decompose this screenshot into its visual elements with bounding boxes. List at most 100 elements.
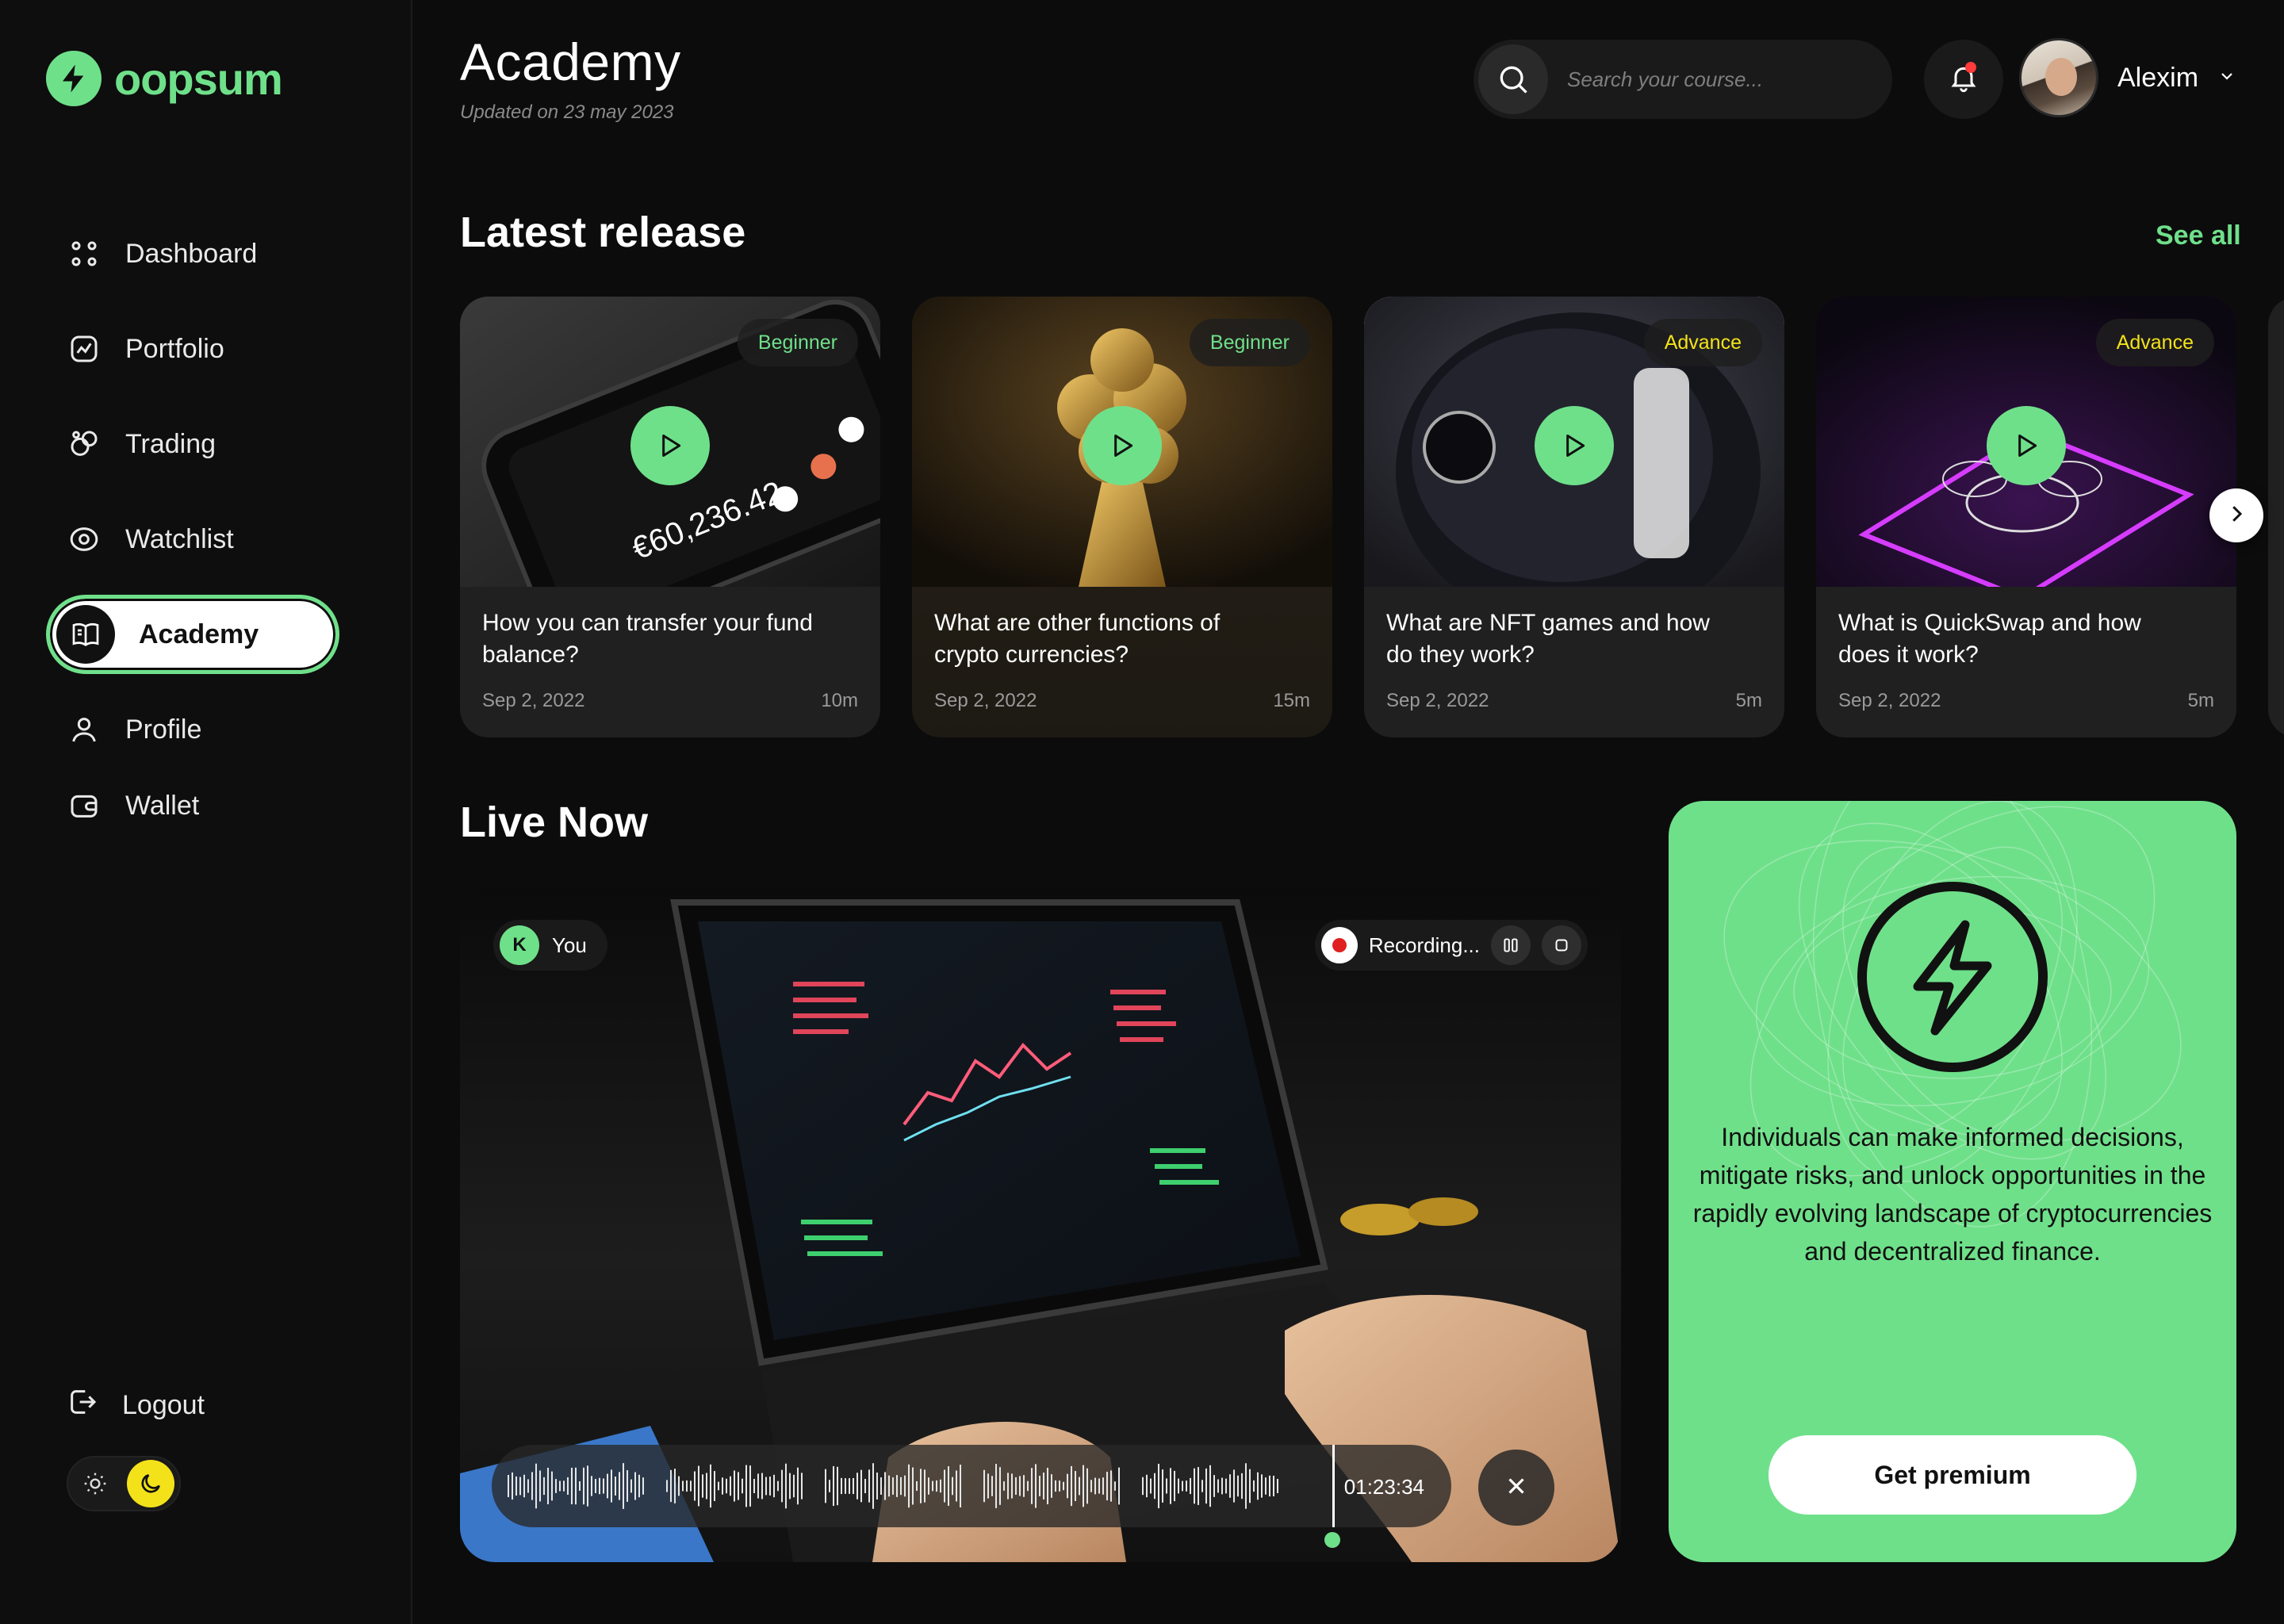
play-button[interactable]	[1987, 406, 2066, 485]
waveform-bar	[694, 1471, 696, 1501]
live-now-title: Live Now	[460, 799, 649, 846]
chevron-down-icon[interactable]	[2217, 67, 2236, 90]
waveform-bar	[1055, 1480, 1056, 1492]
audio-waveform[interactable]: 01:23:34	[492, 1445, 1451, 1527]
waveform-bar	[860, 1469, 862, 1503]
waveform-bar	[730, 1476, 731, 1496]
sidebar-item-trading[interactable]: Trading	[46, 404, 339, 484]
get-premium-button[interactable]: Get premium	[1769, 1435, 2136, 1515]
waveform-bar	[1241, 1473, 1243, 1500]
waveform-bar	[591, 1476, 592, 1496]
logo-text: oopsum	[114, 53, 283, 104]
playhead-dot[interactable]	[1324, 1532, 1340, 1548]
waveform-bar	[896, 1475, 898, 1497]
waveform-bar	[587, 1465, 588, 1507]
course-date: Sep 2, 2022	[482, 690, 585, 711]
close-button[interactable]	[1478, 1450, 1554, 1526]
carousel-next-button[interactable]	[2209, 488, 2263, 542]
logout-button[interactable]: Logout	[67, 1386, 205, 1425]
sidebar-item-portfolio[interactable]: Portfolio	[46, 309, 339, 389]
stop-icon[interactable]	[1542, 925, 1581, 965]
waveform-bar	[555, 1479, 557, 1493]
waveform-bar	[1075, 1471, 1076, 1501]
sidebar-item-label: Portfolio	[125, 333, 224, 364]
waveform-bar	[623, 1463, 624, 1509]
logo[interactable]: oopsum	[46, 51, 283, 106]
waveform-bar	[508, 1475, 509, 1497]
waveform-bar	[829, 1480, 830, 1492]
waveform-bar	[833, 1465, 834, 1507]
notification-button[interactable]	[1924, 40, 2003, 119]
waveform-bar	[539, 1470, 541, 1502]
waveform-bar	[1086, 1468, 1088, 1504]
playhead[interactable]	[1332, 1445, 1335, 1527]
live-stream[interactable]: K You Recording... 01:23:34	[460, 887, 1621, 1562]
sidebar-nav: Dashboard Portfolio Trading Watchlist Ac…	[46, 214, 339, 861]
waveform-bar	[1237, 1475, 1239, 1497]
waveform-bar	[888, 1475, 890, 1497]
theme-toggle[interactable]	[67, 1456, 181, 1511]
waveform-bar	[670, 1469, 672, 1503]
sidebar-item-academy[interactable]: Academy	[46, 595, 339, 674]
waveform-bar	[1229, 1474, 1231, 1498]
eye-icon	[67, 522, 102, 557]
sidebar-item-wallet[interactable]: Wallet	[46, 766, 339, 845]
recording-label: Recording...	[1368, 933, 1480, 957]
moon-icon[interactable]	[127, 1460, 174, 1507]
see-all-link[interactable]: See all	[2156, 220, 2241, 251]
waveform-bar	[995, 1464, 997, 1508]
sidebar-item-label: Academy	[139, 619, 259, 649]
avatar[interactable]	[2019, 38, 2098, 117]
record-icon[interactable]	[1320, 927, 1358, 963]
play-button[interactable]	[630, 406, 710, 485]
waveform-bar	[960, 1465, 961, 1507]
play-button[interactable]	[1083, 406, 1162, 485]
search-bar[interactable]	[1473, 40, 1892, 119]
course-card[interactable]: Beginner What are other functions of cry…	[912, 297, 1332, 737]
waveform-bar	[908, 1464, 910, 1508]
page-title: Academy	[460, 33, 681, 91]
sidebar-item-watchlist[interactable]: Watchlist	[46, 500, 339, 579]
waveform-bar	[801, 1473, 803, 1500]
search-input[interactable]	[1567, 67, 1868, 92]
waveform-bar	[825, 1469, 826, 1503]
search-icon[interactable]	[1478, 44, 1548, 114]
waveform-bar	[742, 1478, 743, 1494]
recording-controls: Recording...	[1314, 920, 1588, 971]
waveform-bar	[991, 1476, 993, 1496]
sun-icon[interactable]	[73, 1461, 117, 1506]
waveform-bar	[559, 1480, 561, 1492]
waveform-bar	[1063, 1481, 1064, 1491]
play-button[interactable]	[1535, 406, 1614, 485]
waveform-bar	[1039, 1476, 1040, 1496]
waveform-bar	[642, 1477, 644, 1495]
waveform-bar	[856, 1473, 858, 1500]
waveform-bar	[928, 1477, 929, 1495]
waveform-bar	[686, 1480, 688, 1492]
waveform-bar	[1043, 1473, 1044, 1500]
course-title: What are NFT games and how do they work?	[1386, 610, 1710, 668]
waveform-bar	[543, 1477, 545, 1496]
waveform-bar	[1051, 1474, 1052, 1498]
waveform-bar	[698, 1465, 699, 1507]
waveform-bar	[1233, 1469, 1235, 1503]
waveform-bar	[1146, 1474, 1148, 1498]
waveform-bar	[932, 1480, 933, 1492]
sidebar-item-dashboard[interactable]: Dashboard	[46, 214, 339, 293]
waveform-bar	[876, 1473, 878, 1500]
sidebar-item-profile[interactable]: Profile	[46, 690, 339, 769]
course-card[interactable]: €60,236.42 Beginner How you can transfer…	[460, 297, 880, 737]
course-card[interactable]: Advance What is QuickSwap and how does i…	[1816, 297, 2236, 737]
course-card[interactable]	[2268, 297, 2284, 737]
waveform-bar	[1059, 1480, 1060, 1492]
pause-icon[interactable]	[1491, 925, 1531, 965]
sidebar: oopsum Dashboard Portfolio Trading Watch…	[0, 0, 412, 1624]
waveform-bar	[1035, 1464, 1037, 1508]
waveform-bar	[1118, 1467, 1120, 1505]
notification-dot	[1965, 62, 1976, 73]
course-card[interactable]: Advance What are NFT games and how do th…	[1364, 297, 1784, 737]
user-menu[interactable]: Alexim	[2019, 38, 2236, 117]
waveform-bar	[793, 1474, 795, 1498]
waveform-bar	[1205, 1468, 1207, 1504]
latest-release-title: Latest release	[460, 209, 746, 256]
